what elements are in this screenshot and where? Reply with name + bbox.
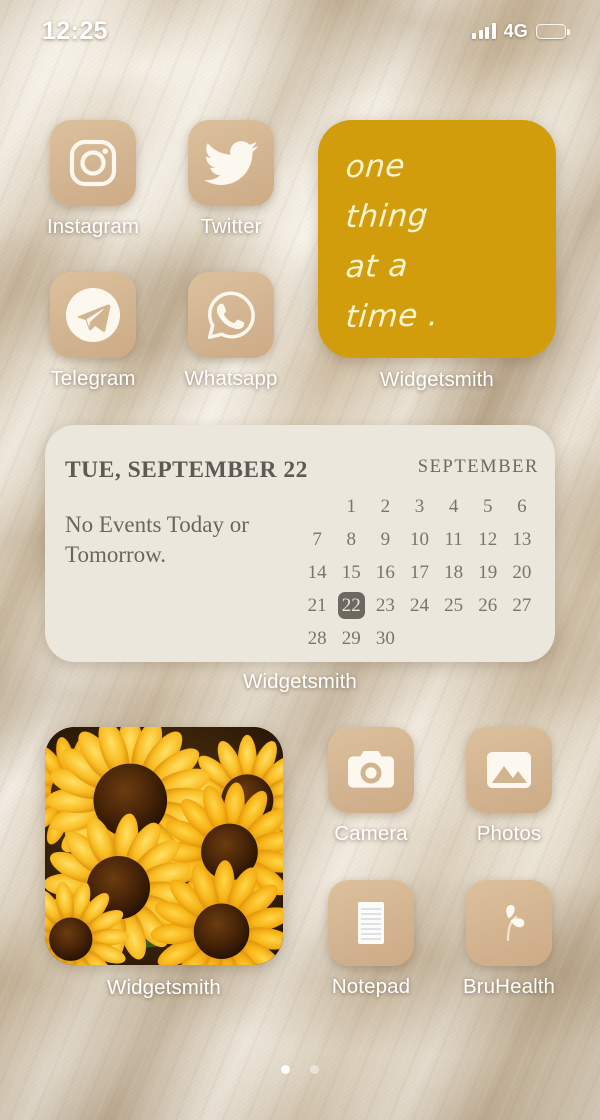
widget-label-calendar: Widgetsmith xyxy=(243,670,357,693)
telegram-paper-plane-icon xyxy=(66,288,120,342)
app-tile-twitter[interactable] xyxy=(188,120,274,206)
app-photos[interactable]: Photos xyxy=(466,727,552,846)
calendar-day[interactable]: 24 xyxy=(406,592,433,619)
app-camera[interactable]: Camera xyxy=(328,727,414,846)
calendar-day[interactable]: 18 xyxy=(440,559,467,586)
calendar-day[interactable]: 28 xyxy=(304,625,331,652)
app-tile-telegram[interactable] xyxy=(50,272,136,358)
calendar-left-pane: TUE, SEPTEMBER 22 No Events Today or Tom… xyxy=(45,425,308,662)
app-telegram[interactable]: Telegram xyxy=(50,272,136,391)
widget-photo-sunflowers[interactable] xyxy=(45,727,283,965)
calendar-day[interactable]: 1 xyxy=(338,493,365,520)
calendar-date-heading: TUE, SEPTEMBER 22 xyxy=(65,457,308,483)
calendar-events-text: No Events Today or Tomorrow. xyxy=(65,512,249,568)
calendar-day[interactable]: 13 xyxy=(508,526,535,553)
widget-label-photo: Widgetsmith xyxy=(107,976,221,999)
app-label-bruhealth: BruHealth xyxy=(462,975,556,998)
page-indicator[interactable] xyxy=(0,1065,600,1074)
app-tile-instagram[interactable] xyxy=(50,120,136,206)
app-notepad[interactable]: Notepad xyxy=(328,880,414,999)
calendar-day[interactable]: 21 xyxy=(304,592,331,619)
calendar-day[interactable]: 20 xyxy=(508,559,535,586)
calendar-month-heading: SEPTEMBER xyxy=(417,457,539,477)
app-tile-photos[interactable] xyxy=(466,727,552,813)
battery-low-power-icon xyxy=(536,23,570,39)
app-twitter[interactable]: Twitter xyxy=(188,120,274,239)
app-label-photos: Photos xyxy=(476,822,542,845)
calendar-day[interactable]: 14 xyxy=(304,559,331,586)
app-label-camera: Camera xyxy=(334,822,408,845)
calendar-right-pane: SEPTEMBER ·12345678910111213141516171819… xyxy=(300,425,555,662)
quote-line-1: one xyxy=(344,147,407,186)
calendar-day[interactable]: 29 xyxy=(338,625,365,652)
page-dot-1[interactable] xyxy=(281,1065,290,1074)
calendar-day[interactable]: 9 xyxy=(372,526,399,553)
signal-bars-icon xyxy=(472,23,496,39)
page-dot-2[interactable] xyxy=(310,1065,319,1074)
quote-line-2: thing xyxy=(344,197,430,236)
notepad-lined-paper-icon xyxy=(358,902,384,944)
calendar-day[interactable]: 27 xyxy=(508,592,535,619)
calendar-day[interactable]: 2 xyxy=(372,493,399,520)
calendar-day[interactable]: 15 xyxy=(338,559,365,586)
calendar-day[interactable]: 19 xyxy=(474,559,501,586)
widget-label-quote: Widgetsmith xyxy=(380,368,494,391)
calendar-day[interactable]: 5 xyxy=(474,493,501,520)
app-whatsapp[interactable]: Whatsapp xyxy=(184,272,277,391)
photos-mountain-icon xyxy=(487,752,531,788)
network-type-label: 4G xyxy=(503,20,528,41)
camera-icon xyxy=(348,751,394,788)
app-label-whatsapp: Whatsapp xyxy=(184,367,278,390)
status-bar: 12:25 4G xyxy=(0,0,600,62)
calendar-day-grid[interactable]: ·123456789101112131415161718192021222324… xyxy=(300,493,539,652)
calendar-day[interactable]: 11 xyxy=(440,526,467,553)
app-bruhealth[interactable]: BruHealth xyxy=(463,880,555,999)
app-label-notepad: Notepad xyxy=(331,975,411,998)
app-label-instagram: Instagram xyxy=(46,215,140,238)
calendar-day[interactable]: 17 xyxy=(406,559,433,586)
calendar-day[interactable]: 30 xyxy=(372,625,399,652)
calendar-day-blank: · xyxy=(304,493,331,520)
calendar-day[interactable]: 25 xyxy=(440,592,467,619)
app-instagram[interactable]: Instagram xyxy=(47,120,139,239)
calendar-day[interactable]: 6 xyxy=(508,493,535,520)
widget-calendar[interactable]: TUE, SEPTEMBER 22 No Events Today or Tom… xyxy=(45,425,555,662)
calendar-day[interactable]: 12 xyxy=(474,526,501,553)
calendar-day[interactable]: 4 xyxy=(440,493,467,520)
calendar-day-today[interactable]: 22 xyxy=(337,592,365,619)
calendar-day[interactable]: 16 xyxy=(372,559,399,586)
whatsapp-icon xyxy=(207,291,255,339)
app-tile-bruhealth[interactable] xyxy=(466,880,552,966)
twitter-bird-icon xyxy=(204,141,258,185)
home-screen: 12:25 4G Instagram Twitter Telegram What… xyxy=(0,0,600,1120)
app-tile-whatsapp[interactable] xyxy=(188,272,274,358)
status-bar-clock: 12:25 xyxy=(42,16,108,45)
instagram-icon xyxy=(69,139,117,187)
calendar-day[interactable]: 8 xyxy=(338,526,365,553)
app-label-telegram: Telegram xyxy=(50,367,136,390)
widget-quote[interactable]: one thing at a time . xyxy=(318,120,556,358)
calendar-day[interactable]: 10 xyxy=(406,526,433,553)
calendar-day[interactable]: 7 xyxy=(304,526,331,553)
app-tile-notepad[interactable] xyxy=(328,880,414,966)
quote-line-4: time . xyxy=(344,297,441,336)
sprout-leaf-icon xyxy=(506,905,525,942)
app-tile-camera[interactable] xyxy=(328,727,414,813)
sunflowers-photo xyxy=(45,727,283,965)
calendar-day[interactable]: 23 xyxy=(372,592,399,619)
app-label-twitter: Twitter xyxy=(200,215,262,238)
status-bar-indicators: 4G xyxy=(472,20,570,42)
calendar-day[interactable]: 26 xyxy=(474,592,501,619)
calendar-day[interactable]: 3 xyxy=(406,493,433,520)
quote-line-3: at a xyxy=(344,247,410,286)
